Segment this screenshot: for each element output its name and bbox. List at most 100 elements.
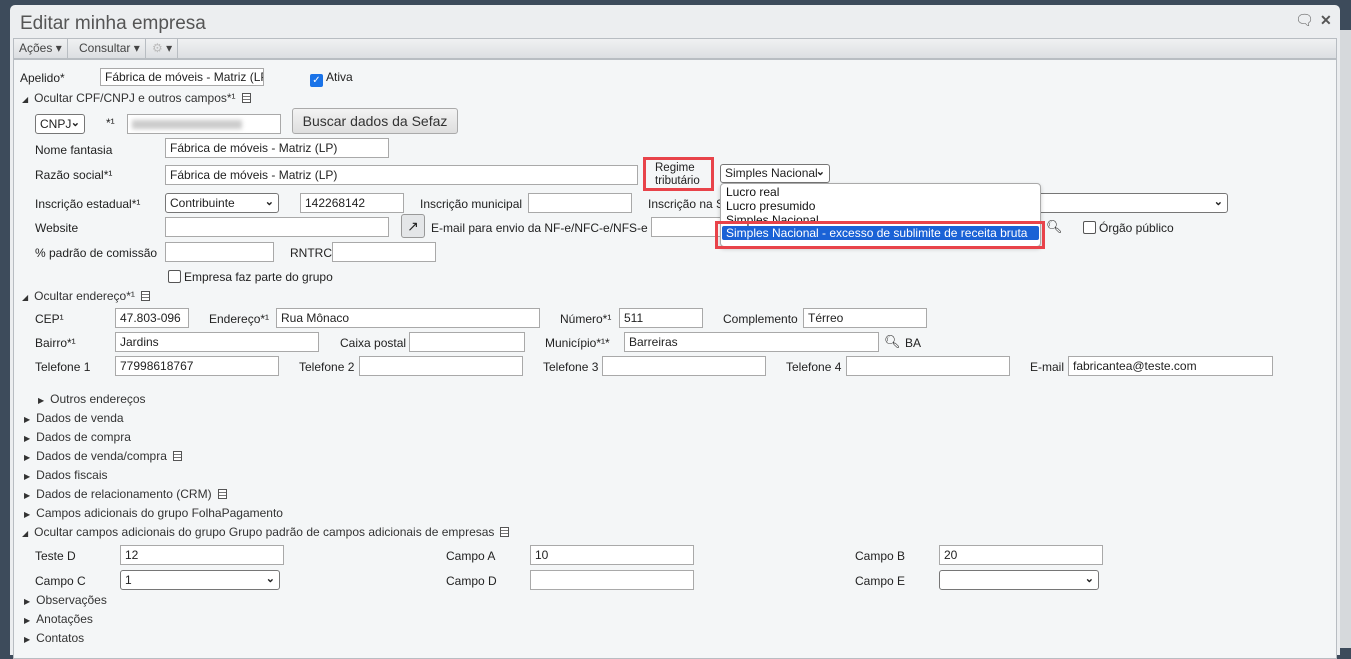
checkbox-box [1083, 221, 1096, 234]
cep-label: CEP¹ [35, 312, 64, 326]
email-input[interactable]: fabricantea@teste.com [1068, 356, 1273, 376]
campo-a-label: Campo A [446, 549, 496, 563]
ativa-label: Ativa [326, 70, 353, 84]
triangle-right-icon: ▶ [24, 635, 31, 644]
section-crm[interactable]: ▶ Dados de relacionamento (CRM) [24, 487, 227, 501]
triangle-right-icon: ▶ [24, 616, 31, 625]
consultar-menu[interactable]: Consultar ▾ [74, 39, 146, 58]
open-website-button[interactable]: ↗ [401, 214, 425, 238]
campo-d-label: Campo D [446, 574, 497, 588]
telefone4-input[interactable] [846, 356, 1010, 376]
section-observacoes[interactable]: ▶ Observações [24, 593, 107, 607]
website-label: Website [35, 221, 79, 235]
triangle-down-icon: ◢ [22, 95, 29, 104]
search-icon[interactable]: 🔍︎ [884, 334, 901, 350]
doc-type-select[interactable]: CNPJ ⌄ [35, 114, 85, 134]
section-anotacoes[interactable]: ▶ Anotações [24, 612, 93, 626]
section-label: Contatos [36, 631, 85, 645]
municipio-label: Município*¹* [545, 336, 610, 350]
complemento-input[interactable]: Térreo [803, 308, 927, 328]
section-endereco-toggle[interactable]: ◢ Ocultar endereço*¹ [22, 289, 150, 303]
section-contatos[interactable]: ▶ Contatos [24, 631, 84, 645]
campo-e-select[interactable]: ⌄ [939, 570, 1099, 590]
numero-label: Número*¹ [560, 312, 612, 326]
teste-d-label: Teste D [35, 549, 76, 563]
comment-icon[interactable]: 🗨 [1295, 11, 1314, 29]
orgao-publico-checkbox[interactable]: Órgão público [1083, 221, 1174, 235]
email-nfe-label: E-mail para envio da NF-e/NFC-e/NFS-e [431, 221, 648, 235]
acoes-menu[interactable]: Ações ▾ [14, 39, 68, 58]
outros-enderecos-label: Outros endereços [50, 392, 146, 406]
chevron-down-icon: ⌄ [815, 166, 825, 178]
option-lucro-presumido[interactable]: Lucro presumido [726, 199, 815, 213]
triangle-right-icon: ▶ [24, 491, 31, 500]
outros-enderecos-toggle[interactable]: ▶ Outros endereços [38, 392, 146, 406]
grupo-label: Empresa faz parte do grupo [184, 270, 333, 284]
section-dados-compra[interactable]: ▶ Dados de compra [24, 430, 131, 444]
grupo-checkbox[interactable]: Empresa faz parte do grupo [168, 270, 333, 284]
chevron-down-icon: ⌄ [1084, 573, 1094, 585]
telefone3-input[interactable] [602, 356, 766, 376]
ie-input[interactable]: 142268142 [300, 193, 404, 213]
regime-tributario-select[interactable]: Simples Nacional ⌄ [720, 164, 830, 183]
telefone2-label: Telefone 2 [299, 360, 355, 374]
section-folha-pagamento[interactable]: ▶ Campos adicionais do grupo FolhaPagamen… [24, 506, 283, 520]
nome-fantasia-input[interactable]: Fábrica de móveis - Matriz (LP) [165, 138, 389, 158]
campo-b-input[interactable]: 20 [939, 545, 1103, 565]
caixa-postal-label: Caixa postal [340, 336, 407, 350]
telefone4-label: Telefone 4 [786, 360, 842, 374]
section-dados-venda-compra[interactable]: ▶ Dados de venda/compra [24, 449, 182, 463]
section-dados-fiscais[interactable]: ▶ Dados fiscais [24, 468, 108, 482]
scrollbar[interactable] [1340, 30, 1351, 648]
telefone1-input[interactable]: 77998618767 [115, 356, 279, 376]
toolbar: Ações ▾ Consultar ▾ ⚙ ▾ [13, 38, 1337, 59]
search-icon[interactable]: 🔍︎ [1046, 219, 1063, 235]
cep-input[interactable]: 47.803-096 [115, 308, 189, 328]
caixa-postal-input[interactable] [409, 332, 525, 352]
option-lucro-real[interactable]: Lucro real [726, 185, 779, 199]
comissao-input[interactable] [165, 242, 274, 262]
telefone1-label: Telefone 1 [35, 360, 91, 374]
bairro-label: Bairro*¹ [35, 336, 76, 350]
campo-c-value: 1 [125, 573, 132, 587]
apelido-input[interactable]: Fábrica de móveis - Matriz (LP [100, 68, 264, 86]
close-icon[interactable]: ✕ [1320, 12, 1332, 29]
razao-social-label: Razão social*¹ [35, 168, 113, 182]
section-label: Dados de venda/compra [36, 449, 167, 463]
razao-social-input[interactable]: Fábrica de móveis - Matriz (LP) [165, 165, 638, 185]
consultar-label: Consultar [79, 41, 131, 55]
bairro-input[interactable]: Jardins [115, 332, 319, 352]
section-campos-adicionais[interactable]: ◢ Ocultar campos adicionais do grupo Grup… [22, 525, 510, 539]
rntrc-input[interactable] [332, 242, 436, 262]
section-endereco-label: Ocultar endereço*¹ [34, 289, 135, 303]
teste-d-input[interactable]: 12 [120, 545, 284, 565]
ie-label: Inscrição estadual*¹ [35, 197, 141, 211]
campo-e-label: Campo E [855, 574, 906, 588]
campo-a-input[interactable]: 10 [530, 545, 694, 565]
ie-type-select[interactable]: Contribuinte ⌄ [165, 193, 279, 213]
campo-d-input[interactable] [530, 570, 694, 590]
im-input[interactable] [528, 193, 632, 213]
buscar-sefaz-button[interactable]: Buscar dados da Sefaz [292, 108, 458, 134]
document-icon [172, 451, 182, 461]
numero-input[interactable]: 511 [619, 308, 703, 328]
website-input[interactable] [165, 217, 389, 237]
municipio-input[interactable]: Barreiras [624, 332, 879, 352]
campo-b-label: Campo B [855, 549, 906, 563]
settings-menu[interactable]: ⚙ ▾ [147, 39, 179, 58]
endereco-input[interactable]: Rua Mônaco [276, 308, 540, 328]
section-label: Ocultar campos adicionais do grupo Grupo… [34, 525, 495, 539]
document-icon [140, 291, 150, 301]
campo-c-select[interactable]: 1 ⌄ [120, 570, 280, 590]
campo-c-label: Campo C [35, 574, 86, 588]
section-cpf-label: Ocultar CPF/CNPJ e outros campos*¹ [34, 91, 236, 105]
telefone3-label: Telefone 3 [543, 360, 599, 374]
cnpj-input[interactable] [127, 114, 281, 134]
ativa-checkbox[interactable]: ✓ Ativa [310, 70, 353, 87]
triangle-right-icon: ▶ [24, 472, 31, 481]
telefone2-input[interactable] [359, 356, 523, 376]
document-icon [217, 489, 227, 499]
section-dados-venda[interactable]: ▶ Dados de venda [24, 411, 124, 425]
section-cpf-toggle[interactable]: ◢ Ocultar CPF/CNPJ e outros campos*¹ [22, 91, 251, 105]
section-label: Dados fiscais [36, 468, 108, 482]
